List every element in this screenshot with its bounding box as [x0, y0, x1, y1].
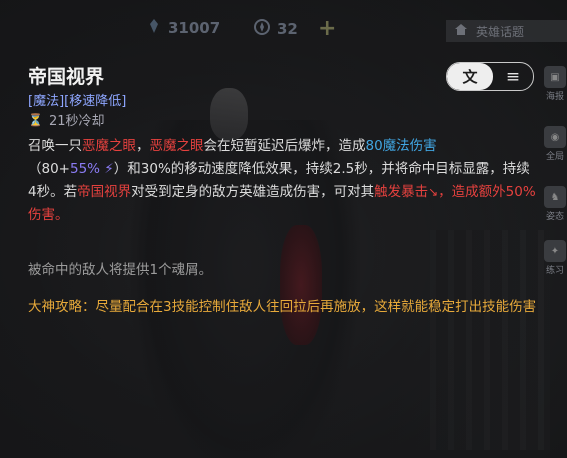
demon-eye-ref: 恶魔之眼 [149, 138, 204, 154]
practice-icon: ✦ [544, 240, 566, 262]
side-item-pose[interactable]: ♞ 姿态 [543, 186, 567, 222]
hourglass-icon: ⏳ [28, 112, 43, 127]
coin-count: 32 [277, 20, 298, 38]
top-bar: 31007 32 + 英雄话题 [0, 14, 567, 44]
demon-eye-ref: 恶魔之眼 [82, 138, 136, 154]
gem-icon [146, 18, 162, 38]
poster-icon: ▣ [544, 66, 566, 88]
strategy-tip: 大神攻略：尽量配合在3技能控制住敌人往回拉后再施放，这样就能稳定打出技能伤害 [28, 299, 537, 315]
hero-topic-label: 英雄话题 [476, 24, 525, 39]
menu-icon[interactable]: ≡ [493, 63, 533, 90]
gem-count: 31007 [168, 19, 221, 37]
ap-ratio: 55% [70, 161, 101, 177]
side-item-poster[interactable]: ▣ 海报 [543, 66, 567, 102]
crit-arrow-icon: ↘ [428, 185, 439, 199]
cooldown-text: 21秒冷却 [48, 114, 105, 129]
side-item-practice[interactable]: ✦ 练习 [543, 240, 567, 276]
side-item-global[interactable]: ◉ 全局 [543, 126, 567, 162]
skill-ref: 帝国视界 [77, 184, 132, 200]
pose-icon: ♞ [544, 186, 566, 208]
global-icon: ◉ [544, 126, 566, 148]
coin-counter: 32 [253, 18, 298, 40]
magic-power-icon: ⚡ [100, 161, 114, 177]
magic-damage: 80魔法伤害 [365, 138, 437, 154]
soul-shard-note: 被命中的敌人将提供1个魂屑。 [28, 262, 213, 278]
home-icon [454, 23, 468, 39]
skill-name: 帝国视界 [28, 66, 105, 88]
skill-cooldown: ⏳ 21秒冷却 [28, 110, 105, 130]
plus-icon[interactable]: + [318, 16, 336, 41]
hero-topic-button[interactable]: 英雄话题 [446, 20, 567, 42]
skill-description: 召唤一只恶魔之眼，恶魔之眼会在短暂延迟后爆炸，造成80魔法伤害 （80+55% ⚡… [28, 138, 536, 223]
gem-counter: 31007 [146, 18, 220, 38]
coin-icon [253, 18, 271, 40]
display-mode-toggle: 文 ≡ [446, 62, 534, 91]
skill-tags: [魔法][移速降低] [28, 94, 127, 109]
text-mode-button[interactable]: 文 [447, 63, 493, 90]
crit-trigger: 触发暴击 [374, 184, 429, 200]
